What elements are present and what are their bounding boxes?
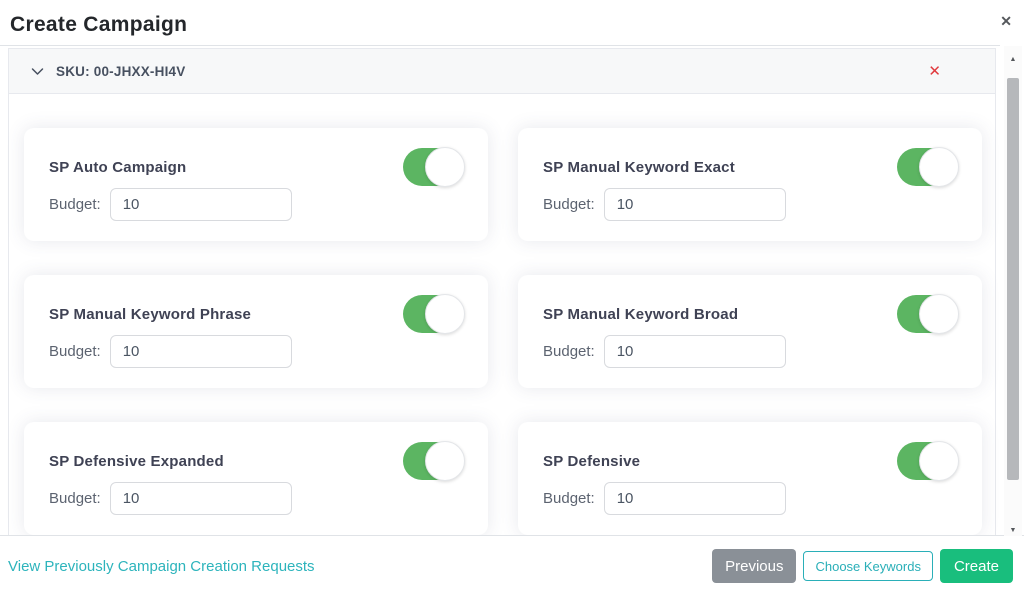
toggle-knob — [425, 441, 465, 481]
budget-label: Budget: — [49, 343, 101, 360]
choose-keywords-button[interactable]: Choose Keywords — [803, 551, 933, 581]
scroll-up-icon[interactable]: ▲ — [1004, 52, 1022, 68]
sku-label: SKU: 00-JHXX-HI4V — [56, 63, 186, 79]
campaign-card-sp-manual-phrase: SP Manual Keyword Phrase Budget: — [24, 275, 488, 388]
budget-label: Budget: — [49, 490, 101, 507]
chevron-down-icon — [30, 64, 45, 79]
budget-input[interactable] — [603, 335, 786, 368]
modal-header: Create Campaign ✕ — [0, 0, 1024, 45]
campaign-toggle[interactable] — [897, 441, 959, 481]
budget-input[interactable] — [109, 482, 292, 515]
create-button[interactable]: Create — [939, 549, 1013, 583]
campaign-card-sp-defensive-expanded: SP Defensive Expanded Budget: — [24, 422, 488, 535]
campaign-toggle[interactable] — [897, 147, 959, 187]
campaign-card-sp-defensive: SP Defensive Budget: — [518, 422, 982, 535]
scrollbar-thumb[interactable] — [1007, 78, 1019, 480]
budget-label: Budget: — [543, 196, 595, 213]
campaign-title: SP Defensive Expanded — [49, 452, 224, 470]
toggle-knob — [919, 147, 959, 187]
campaign-card-sp-auto: SP Auto Campaign Budget: — [24, 128, 488, 241]
create-campaign-modal: Create Campaign ✕ SKU: 00-JHXX-HI4V ✕ SP… — [0, 0, 1024, 596]
toggle-knob — [425, 294, 465, 334]
budget-input[interactable] — [603, 482, 786, 515]
campaign-title: SP Manual Keyword Broad — [543, 305, 739, 323]
modal-title: Create Campaign — [10, 13, 188, 36]
modal-body: SKU: 00-JHXX-HI4V ✕ SP Auto Campaign Bud… — [0, 45, 1000, 535]
modal-footer: View Previously Campaign Creation Reques… — [0, 536, 1024, 596]
campaign-title: SP Manual Keyword Phrase — [49, 305, 252, 323]
campaign-card-sp-manual-broad: SP Manual Keyword Broad Budget: — [518, 275, 982, 388]
toggle-knob — [919, 294, 959, 334]
campaign-title: SP Manual Keyword Exact — [543, 158, 735, 176]
campaign-cards-grid: SP Auto Campaign Budget: SP Manual Keywo… — [9, 94, 995, 535]
view-previous-requests-link[interactable]: View Previously Campaign Creation Reques… — [8, 558, 315, 575]
budget-label: Budget: — [49, 196, 101, 213]
previous-button[interactable]: Previous — [712, 549, 797, 583]
campaign-toggle[interactable] — [403, 294, 465, 334]
budget-label: Budget: — [543, 490, 595, 507]
toggle-knob — [919, 441, 959, 481]
sku-accordion: SKU: 00-JHXX-HI4V ✕ SP Auto Campaign Bud… — [8, 48, 996, 535]
remove-sku-icon[interactable]: ✕ — [928, 64, 973, 79]
budget-input[interactable] — [109, 188, 292, 221]
budget-input[interactable] — [603, 188, 786, 221]
footer-buttons: Previous Choose Keywords Create — [712, 549, 1013, 583]
budget-label: Budget: — [543, 343, 595, 360]
campaign-card-sp-manual-exact: SP Manual Keyword Exact Budget: — [518, 128, 982, 241]
budget-input[interactable] — [109, 335, 292, 368]
campaign-toggle[interactable] — [897, 294, 959, 334]
vertical-scrollbar[interactable]: ▲ ▼ — [1004, 46, 1022, 545]
close-icon[interactable]: ✕ — [1000, 14, 1012, 28]
sku-accordion-header[interactable]: SKU: 00-JHXX-HI4V ✕ — [9, 49, 995, 94]
toggle-knob — [425, 147, 465, 187]
campaign-title: SP Auto Campaign — [49, 158, 187, 176]
campaign-toggle[interactable] — [403, 441, 465, 481]
campaign-title: SP Defensive — [543, 452, 641, 470]
campaign-toggle[interactable] — [403, 147, 465, 187]
